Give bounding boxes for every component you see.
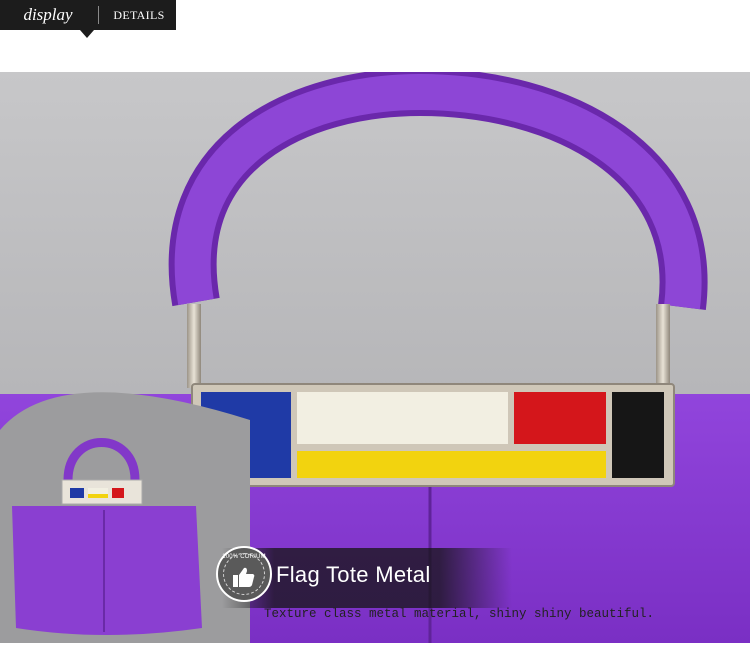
thumbnail-red — [112, 488, 124, 498]
panel-white — [297, 392, 508, 444]
tab-pointer — [80, 30, 94, 38]
panel-black — [612, 392, 664, 478]
thumbnail-body — [12, 506, 202, 635]
thumbnail-yellow — [88, 494, 108, 498]
quality-badge: 100% CORIUM — [216, 546, 272, 602]
panel-yellow — [297, 451, 606, 478]
tab-divider — [98, 6, 99, 24]
caption-title: Flag Tote Metal — [276, 562, 431, 587]
right-post — [656, 304, 670, 388]
tab-display[interactable]: display — [0, 0, 96, 30]
thumbnail-blue — [70, 488, 84, 498]
thumbs-up-icon — [233, 567, 255, 587]
bag-thumbnail — [0, 370, 250, 643]
header-bar: display DETAILS — [0, 0, 750, 38]
badge-label: 100% CORIUM — [222, 554, 266, 560]
bag-thumbnail-illustration — [0, 392, 250, 643]
caption-description: Texture class metal material, shiny shin… — [264, 607, 655, 621]
tab-group: display DETAILS — [0, 0, 176, 30]
panel-red — [514, 392, 606, 444]
tab-details[interactable]: DETAILS — [102, 0, 176, 30]
